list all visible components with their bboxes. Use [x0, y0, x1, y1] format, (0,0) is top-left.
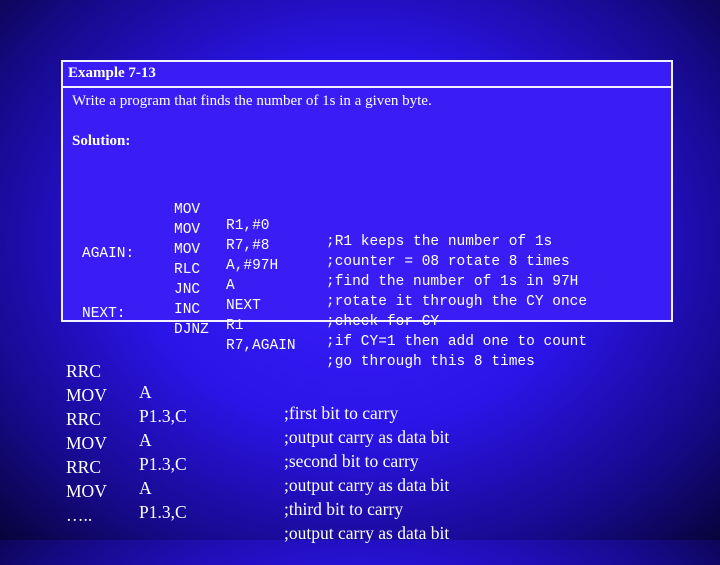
code-line: MOV R7,#8 ;counter = 08 rotate 8 times	[63, 190, 671, 270]
code-operand: R1	[226, 318, 244, 334]
example-panel: Example 7-13 Write a program that finds …	[61, 60, 673, 370]
solution-label: Solution:	[72, 133, 131, 149]
code-line: JNC NEXT ;check for CY	[63, 250, 671, 330]
code-line: MOV A,#97H ;find the number of 1s in 97H	[63, 210, 671, 290]
code-opcode: DJNZ	[174, 322, 209, 338]
code-line: RRC A ;second bit to carry	[66, 388, 666, 471]
code-line: …..	[66, 484, 666, 525]
code-line: MOV P1.3,C ;output carry as data bit	[66, 412, 666, 495]
code-line: MOV R1,#0 ;R1 keeps the number of 1s	[63, 170, 671, 250]
code-comment: ;output carry as data bit	[284, 523, 450, 543]
code-line: MOV P1.3,C ;output carry as data bit	[66, 460, 666, 543]
problem-statement: Write a program that finds the number of…	[72, 93, 432, 109]
code-line: MOV P1.3,C ;output carry as data bit	[66, 364, 666, 447]
code-line: RRC A ;first bit to carry	[66, 340, 666, 423]
code-line: NEXT: DJNZ R7,AGAIN ;go through this 8 t…	[63, 290, 671, 370]
example-title: Example 7-13	[63, 62, 671, 88]
ellipsis: …..	[66, 505, 93, 525]
code-label: NEXT:	[82, 306, 126, 322]
code-line: INC R1 ;if CY=1 then add one to count	[63, 270, 671, 350]
code-comment: ;check for CY	[326, 314, 440, 330]
code-line: RRC A ;third bit to carry	[66, 436, 666, 519]
code-line: AGAIN: RLC A ;rotate it through the CY o…	[63, 230, 671, 310]
